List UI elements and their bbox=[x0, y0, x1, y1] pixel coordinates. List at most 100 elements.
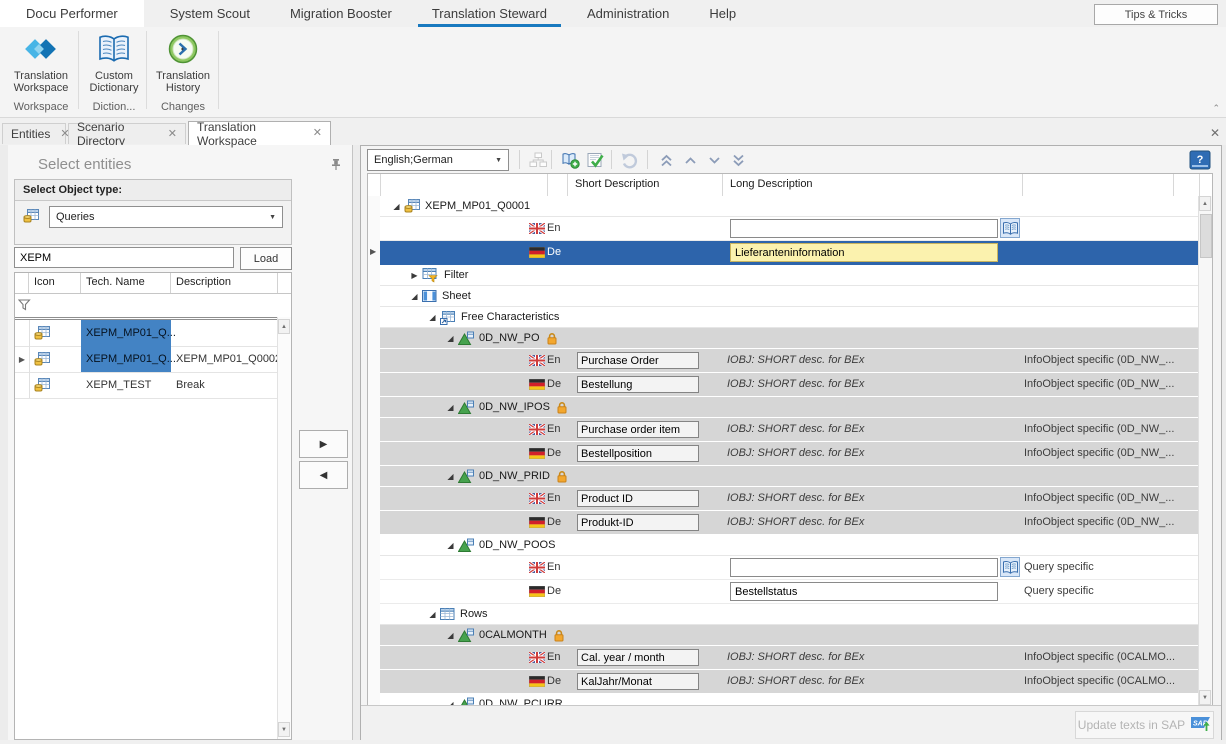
expand-open-icon[interactable]: ◢ bbox=[444, 631, 457, 640]
expand-open-icon[interactable]: ◢ bbox=[390, 202, 403, 211]
long-description-input[interactable] bbox=[730, 582, 998, 601]
entity-filter-input[interactable] bbox=[14, 247, 234, 268]
translation-row-en[interactable]: EnIOBJ: SHORT desc. for BExInfoObject sp… bbox=[380, 418, 1200, 442]
undo-button[interactable] bbox=[619, 150, 641, 170]
tree-node-rows[interactable]: ◢Rows bbox=[380, 604, 1200, 625]
menu-item-migration-booster[interactable]: Migration Booster bbox=[276, 0, 406, 27]
column-short-description[interactable]: Short Description bbox=[575, 178, 659, 190]
menu-item-system-scout[interactable]: System Scout bbox=[156, 0, 264, 27]
translation-row-en[interactable]: EnQuery specific bbox=[380, 556, 1200, 580]
entity-row[interactable]: XEPM_MP01_Q... bbox=[15, 320, 277, 347]
tree-node-0d-nw-pcurr[interactable]: ◢0D_NW_PCURR bbox=[380, 694, 1200, 705]
expand-open-icon[interactable]: ◢ bbox=[408, 292, 421, 301]
hierarchy-button[interactable] bbox=[527, 150, 549, 170]
long-description-input[interactable] bbox=[730, 558, 998, 577]
translation-workspace-button[interactable]: Translation Workspace bbox=[4, 31, 78, 97]
expand-open-icon[interactable]: ◢ bbox=[444, 541, 457, 550]
short-description-input[interactable] bbox=[577, 673, 699, 690]
add-to-dictionary-button[interactable] bbox=[559, 150, 581, 170]
scroll-up-icon[interactable]: ▲ bbox=[1199, 196, 1211, 211]
description-cell[interactable] bbox=[171, 320, 277, 346]
tree-node-free-characteristics[interactable]: ◢Free Characteristics bbox=[380, 307, 1200, 328]
translation-row-de[interactable]: DeIOBJ: SHORT desc. for BExInfoObject sp… bbox=[380, 511, 1200, 535]
object-type-dropdown[interactable]: Queries ▼ bbox=[49, 206, 283, 228]
expand-open-icon[interactable]: ◢ bbox=[426, 313, 439, 322]
entity-grid-scrollbar[interactable]: ▲ ▼ bbox=[277, 317, 291, 739]
tree-node-0calmonth[interactable]: ◢0CALMONTH bbox=[380, 625, 1200, 646]
menu-item-help[interactable]: Help bbox=[695, 0, 750, 27]
tech-name-cell[interactable]: XEPM_MP01_Q... bbox=[81, 346, 171, 372]
language-dropdown[interactable]: English;German ▼ bbox=[367, 149, 509, 171]
entity-grid-filter-row[interactable] bbox=[15, 293, 291, 320]
column-long-description[interactable]: Long Description bbox=[730, 178, 813, 190]
short-description-input[interactable] bbox=[577, 376, 699, 393]
tab-entities[interactable]: Entities✕ bbox=[2, 123, 66, 144]
translation-row-en[interactable]: EnIOBJ: SHORT desc. for BExInfoObject sp… bbox=[380, 349, 1200, 373]
expand-open-icon[interactable]: ◢ bbox=[426, 610, 439, 619]
menu-item-docu-performer[interactable]: Docu Performer bbox=[0, 0, 144, 27]
entity-row[interactable]: ▶XEPM_MP01_Q...XEPM_MP01_Q0002 bbox=[15, 346, 277, 373]
tab-scenario-directory[interactable]: Scenario Directory✕ bbox=[68, 123, 186, 144]
tab-translation-workspace[interactable]: Translation Workspace✕ bbox=[188, 121, 331, 145]
approve-button[interactable] bbox=[585, 150, 607, 170]
tech-name-cell[interactable]: XEPM_MP01_Q... bbox=[81, 320, 171, 346]
load-button[interactable]: Load bbox=[240, 247, 292, 270]
short-description-input[interactable] bbox=[577, 421, 699, 438]
pin-icon[interactable] bbox=[330, 158, 342, 174]
translation-row-de[interactable]: DeIOBJ: SHORT desc. for BExInfoObject sp… bbox=[380, 373, 1200, 397]
help-button[interactable]: ? bbox=[1188, 149, 1211, 170]
close-icon[interactable]: ✕ bbox=[313, 128, 322, 139]
menu-item-administration[interactable]: Administration bbox=[573, 0, 683, 27]
short-description-input[interactable] bbox=[577, 352, 699, 369]
tree-node-filter[interactable]: ▶Filter bbox=[380, 265, 1200, 286]
nav-next-button[interactable] bbox=[703, 150, 725, 170]
expand-open-icon[interactable]: ◢ bbox=[444, 403, 457, 412]
column-icon[interactable]: Icon bbox=[29, 273, 81, 293]
nav-first-button[interactable] bbox=[655, 150, 677, 170]
scroll-down-icon[interactable]: ▼ bbox=[278, 722, 290, 737]
tips-and-tricks-button[interactable]: Tips & Tricks bbox=[1094, 4, 1218, 25]
scrollbar-thumb[interactable] bbox=[1200, 214, 1212, 258]
ribbon-collapse-icon[interactable]: ⌃ bbox=[1212, 103, 1220, 114]
entity-row[interactable]: XEPM_TESTBreak bbox=[15, 372, 277, 399]
tree-node-xepm-mp01-q0001[interactable]: ◢XEPM_MP01_Q0001 bbox=[380, 196, 1200, 217]
tree-node-0d-nw-prid[interactable]: ◢0D_NW_PRID bbox=[380, 466, 1200, 487]
short-description-input[interactable] bbox=[577, 490, 699, 507]
expand-open-icon[interactable]: ◢ bbox=[444, 334, 457, 343]
short-description-input[interactable] bbox=[577, 445, 699, 462]
move-left-button[interactable]: ◀ bbox=[299, 461, 348, 489]
tree-node-0d-nw-po[interactable]: ◢0D_NW_PO bbox=[380, 328, 1200, 349]
scroll-up-icon[interactable]: ▲ bbox=[278, 319, 290, 334]
update-texts-in-sap-button[interactable]: Update texts in SAP SAP bbox=[1075, 711, 1214, 739]
tree-node-0d-nw-ipos[interactable]: ◢0D_NW_IPOS bbox=[380, 397, 1200, 418]
dictionary-lookup-button[interactable] bbox=[1000, 557, 1020, 577]
expand-open-icon[interactable]: ◢ bbox=[444, 472, 457, 481]
translation-grid-scrollbar[interactable]: ▲ ▼ bbox=[1198, 196, 1212, 705]
translation-row-en[interactable]: EnIOBJ: SHORT desc. for BExInfoObject sp… bbox=[380, 646, 1200, 670]
long-description-input[interactable] bbox=[730, 243, 998, 262]
tree-node-sheet[interactable]: ◢Sheet bbox=[380, 286, 1200, 307]
description-cell[interactable]: XEPM_MP01_Q0002 bbox=[171, 346, 277, 372]
translation-history-button[interactable]: Translation History bbox=[150, 31, 216, 97]
expand-closed-icon[interactable]: ▶ bbox=[408, 271, 421, 280]
translation-row-en[interactable]: EnIOBJ: SHORT desc. for BExInfoObject sp… bbox=[380, 487, 1200, 511]
tech-name-cell[interactable]: XEPM_TEST bbox=[81, 372, 171, 398]
translation-row-de[interactable]: DeQuery specific bbox=[380, 580, 1200, 604]
scroll-down-icon[interactable]: ▼ bbox=[1199, 690, 1211, 705]
tabstrip-close-icon[interactable]: ✕ bbox=[1210, 126, 1220, 140]
translation-row-de[interactable]: DeIOBJ: SHORT desc. for BExInfoObject sp… bbox=[380, 670, 1200, 694]
custom-dictionary-button[interactable]: Custom Dictionary bbox=[82, 31, 146, 97]
close-icon[interactable]: ✕ bbox=[168, 129, 177, 140]
description-cell[interactable]: Break bbox=[171, 372, 277, 398]
translation-row-de[interactable]: DeIOBJ: SHORT desc. for BExInfoObject sp… bbox=[380, 442, 1200, 466]
nav-prev-button[interactable] bbox=[679, 150, 701, 170]
tree-node-0d-nw-poos[interactable]: ◢0D_NW_POOS bbox=[380, 535, 1200, 556]
short-description-input[interactable] bbox=[577, 514, 699, 531]
nav-last-button[interactable] bbox=[727, 150, 749, 170]
dictionary-lookup-button[interactable] bbox=[1000, 218, 1020, 238]
long-description-input[interactable] bbox=[730, 219, 998, 238]
translation-row-en[interactable]: En bbox=[380, 217, 1200, 241]
column-tech-name[interactable]: Tech. Name bbox=[81, 273, 171, 293]
column-description[interactable]: Description bbox=[171, 273, 278, 293]
move-right-button[interactable]: ▶ bbox=[299, 430, 348, 458]
